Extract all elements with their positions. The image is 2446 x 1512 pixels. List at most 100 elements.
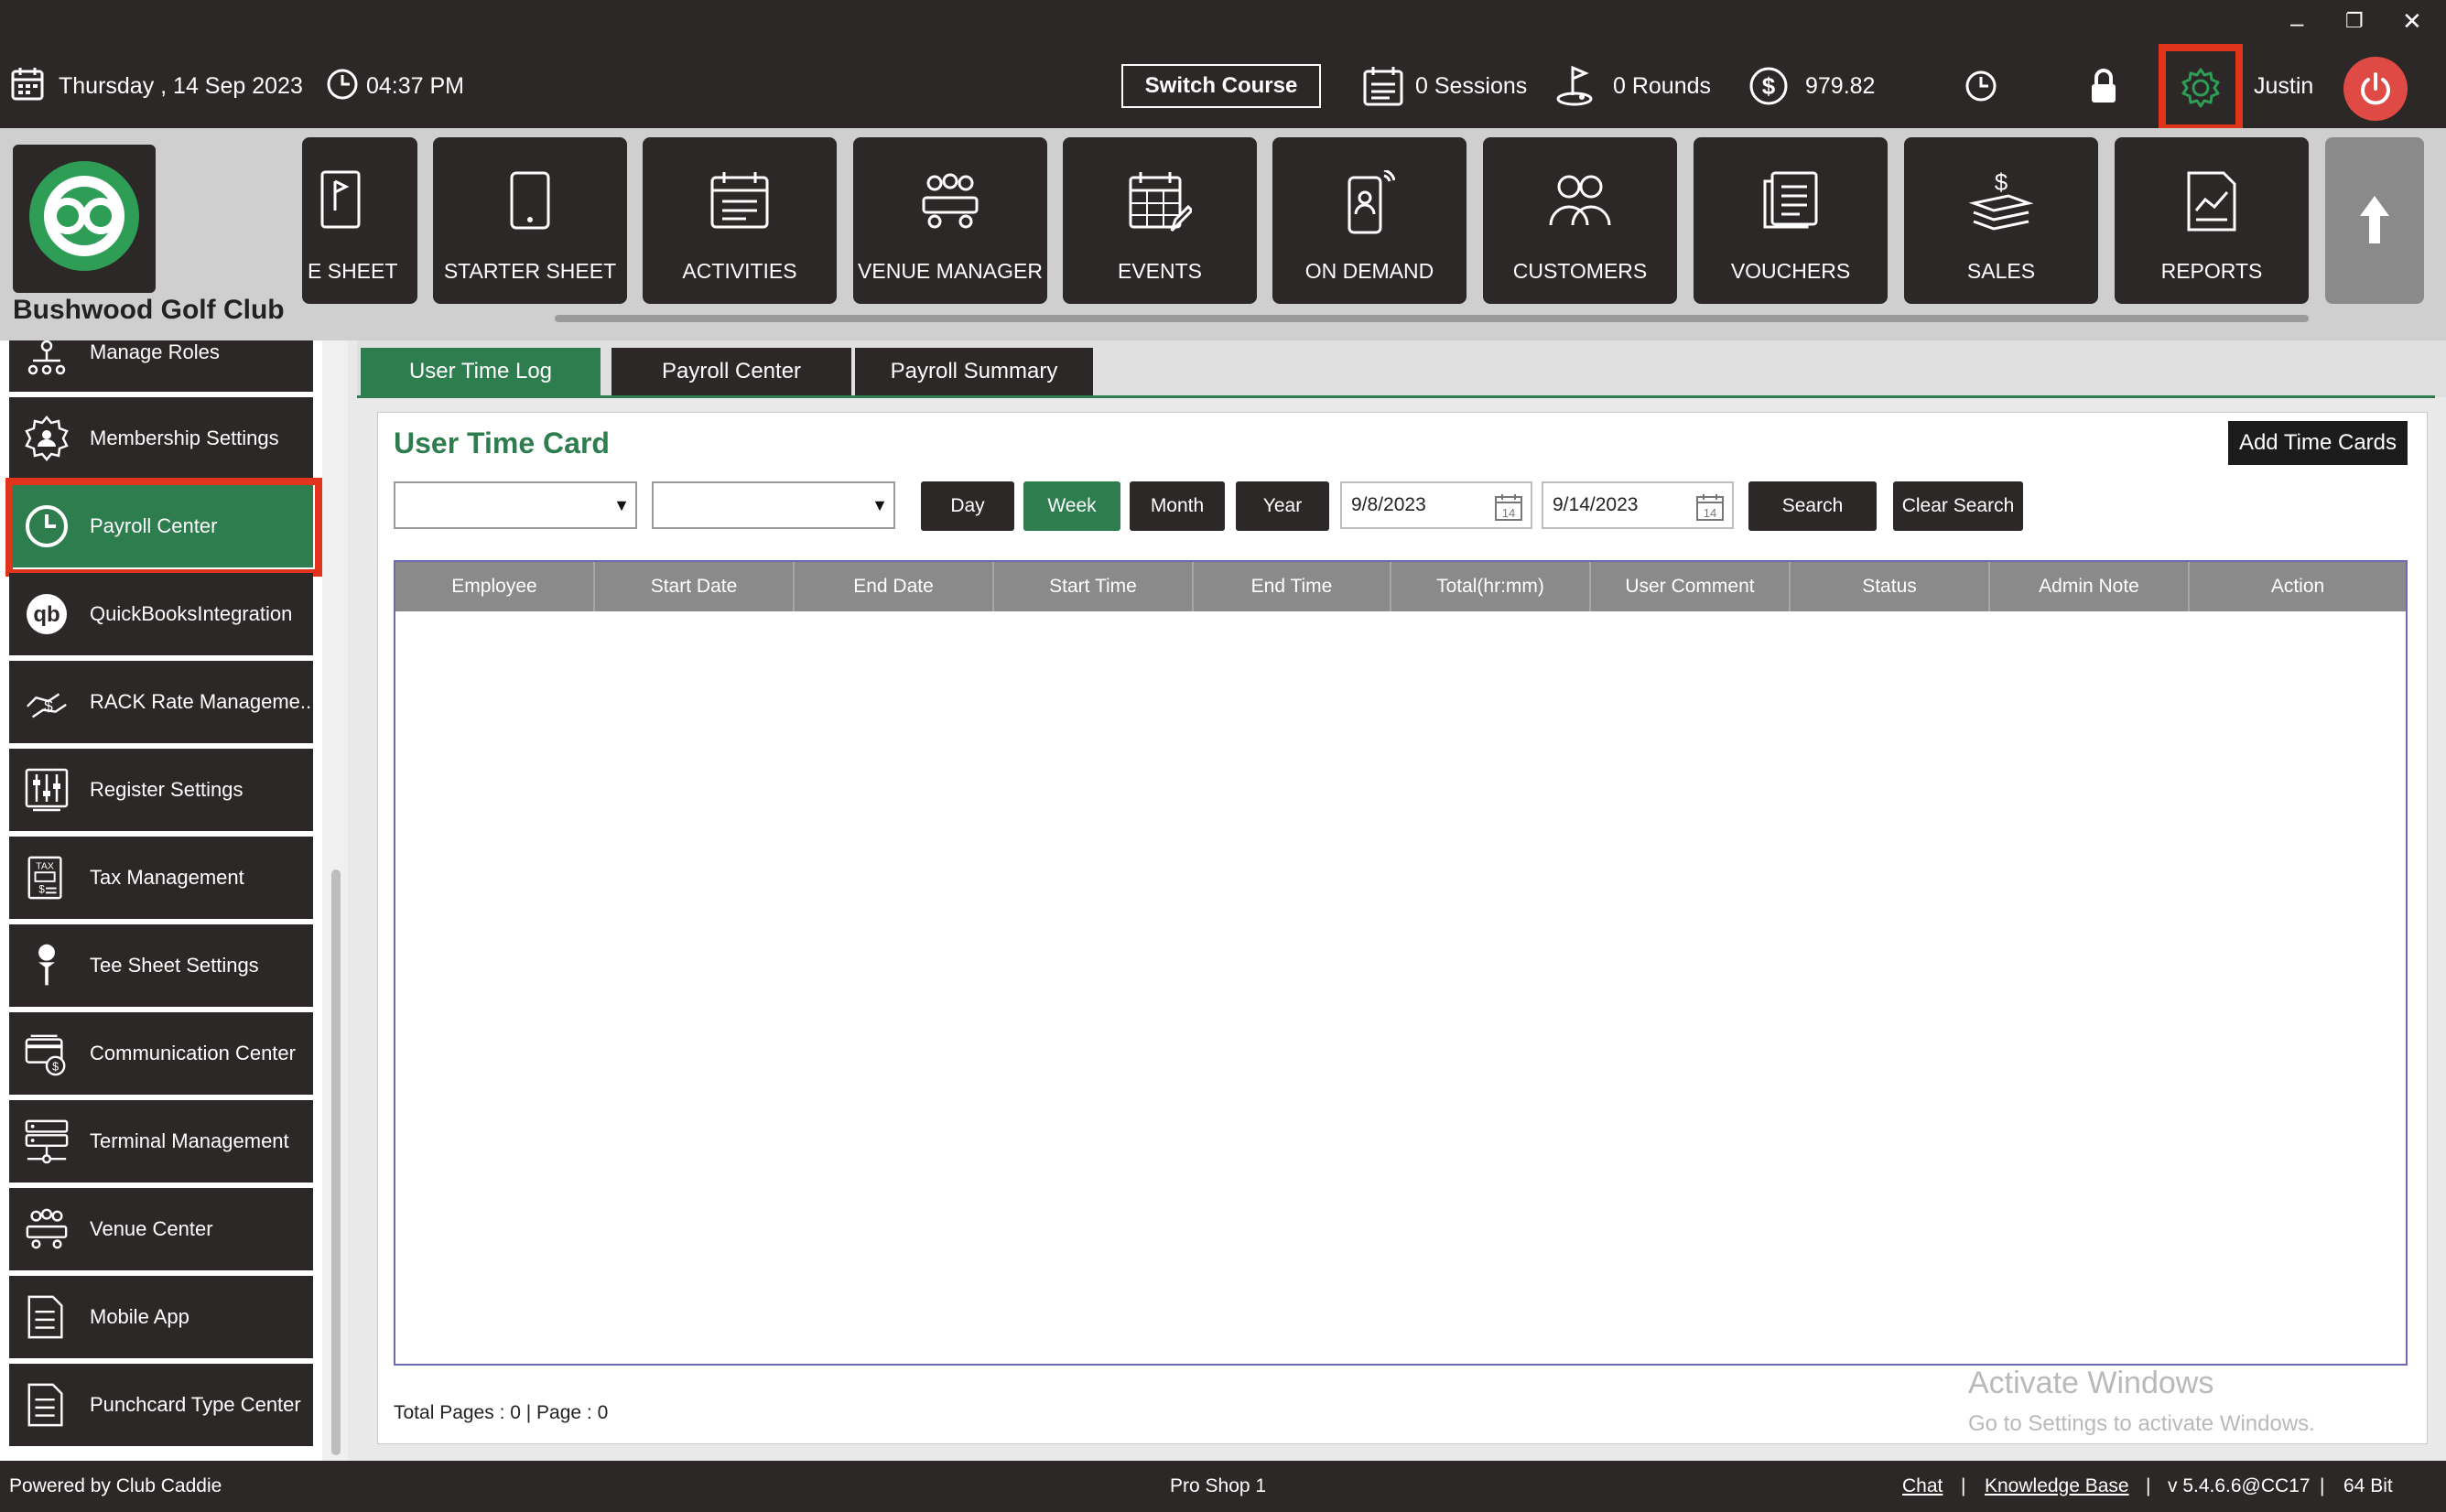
nav-customers[interactable]: CUSTOMERS: [1483, 137, 1677, 304]
cash-balance[interactable]: 979.82: [1805, 73, 1875, 100]
active-item-highlight: [5, 478, 322, 577]
settings-highlight[interactable]: [2159, 44, 2243, 132]
search-button[interactable]: Search: [1748, 481, 1877, 531]
column-header[interactable]: Employee: [395, 562, 595, 611]
column-header[interactable]: Status: [1791, 562, 1990, 611]
column-header[interactable]: Action: [2190, 562, 2406, 611]
powered-by: Powered by Club Caddie: [9, 1475, 222, 1496]
sidebar-item-label: Membership Settings: [90, 427, 279, 449]
sidebar-item-label: Manage Roles: [90, 340, 220, 363]
sidebar-item-register-settings[interactable]: Register Settings: [9, 749, 313, 831]
phone-user-icon: [1347, 170, 1395, 234]
user-name[interactable]: Justin: [2254, 73, 2313, 100]
panel-title: User Time Card: [394, 427, 610, 459]
tax-document-icon: TAX $: [27, 856, 62, 900]
sidebar-item-punchcard-type-center[interactable]: Punchcard Type Center: [9, 1364, 313, 1446]
nav-vouchers[interactable]: VOUCHERS: [1694, 137, 1888, 304]
chat-link[interactable]: Chat: [1902, 1475, 1943, 1497]
time-card-table: [394, 560, 2408, 1366]
clear-search-button[interactable]: Clear Search: [1893, 481, 2023, 531]
nav-activities[interactable]: ACTIVITIES: [643, 137, 837, 304]
nav-horizontal-scrollbar[interactable]: [555, 315, 2309, 322]
sidebar-item-communication-center[interactable]: $ Communication Center: [9, 1012, 313, 1095]
nav-tee-sheet[interactable]: E SHEET: [302, 137, 417, 304]
column-header[interactable]: Start Date: [595, 562, 795, 611]
version-label: v 5.4.6.6@CC17: [2168, 1475, 2311, 1496]
calendar-icon: [11, 68, 44, 101]
minimize-button[interactable]: –: [2290, 9, 2303, 38]
sidebar-item-tee-sheet-settings[interactable]: Tee Sheet Settings: [9, 924, 313, 1007]
sidebar-item-label: Punchcard Type Center: [90, 1393, 301, 1416]
voucher-icon: [1763, 171, 1818, 229]
day-button[interactable]: Day: [921, 481, 1014, 531]
nav-events[interactable]: EVENTS: [1063, 137, 1257, 304]
start-date-field[interactable]: 9/8/2023 14: [1340, 481, 1532, 529]
power-button[interactable]: [2343, 57, 2408, 121]
station-name: Pro Shop 1: [1170, 1475, 1267, 1496]
close-button[interactable]: ✕: [2402, 7, 2422, 36]
calendar-list-icon: [710, 172, 769, 229]
switch-course-button[interactable]: Switch Course: [1121, 64, 1321, 108]
column-header[interactable]: End Date: [795, 562, 994, 611]
sidebar-item-rack-rate[interactable]: $ RACK Rate Manageme...: [9, 661, 317, 743]
sidebar-item-mobile-app[interactable]: Mobile App: [9, 1276, 313, 1358]
current-date: Thursday , 14 Sep 2023: [59, 73, 303, 99]
pagination-info: Total Pages : 0 | Page : 0: [394, 1402, 609, 1423]
sessions-count[interactable]: 0 Sessions: [1415, 73, 1527, 100]
window-titlebar: – ❐ ✕: [0, 0, 2446, 62]
column-header[interactable]: Start Time: [994, 562, 1194, 611]
report-icon: [2187, 171, 2236, 232]
tab-payroll-summary[interactable]: Payroll Summary: [855, 348, 1093, 395]
nav-scroll-up-button[interactable]: [2325, 137, 2424, 304]
knowledge-base-link[interactable]: Knowledge Base: [1985, 1475, 2129, 1497]
sidebar-item-label: Mobile App: [90, 1305, 189, 1328]
week-button[interactable]: Week: [1023, 481, 1120, 531]
logo-icon: [29, 161, 139, 271]
nav-on-demand[interactable]: ON DEMAND: [1272, 137, 1467, 304]
power-icon: [2361, 72, 2390, 105]
sidebar-item-label: RACK Rate Manageme...: [90, 690, 318, 713]
users-icon: [1549, 175, 1611, 226]
nav-sales[interactable]: $ SALES: [1904, 137, 2098, 304]
nav-label: SALES: [1966, 259, 2036, 283]
column-header[interactable]: Admin Note: [1990, 562, 2190, 611]
end-date-field[interactable]: 9/14/2023 14: [1542, 481, 1734, 529]
sidebar-scrollbar[interactable]: [331, 869, 341, 1455]
chevron-down-icon: ▼: [613, 496, 630, 514]
rounds-count[interactable]: 0 Rounds: [1613, 73, 1711, 100]
hand-money-icon: $: [26, 693, 67, 718]
nav-starter-sheet[interactable]: STARTER SHEET: [433, 137, 627, 304]
column-header[interactable]: End Time: [1194, 562, 1391, 611]
status-dropdown[interactable]: ▼: [652, 481, 895, 529]
sidebar-item-terminal-management[interactable]: Terminal Management: [9, 1100, 313, 1183]
sidebar-item-tax-management[interactable]: TAX $ Tax Management: [9, 837, 313, 919]
sidebar-item-label: Register Settings: [90, 778, 244, 801]
sidebar-item-label: Tax Management: [90, 866, 244, 889]
column-header[interactable]: Total(hr:mm): [1391, 562, 1591, 611]
calendar-picker-icon[interactable]: 14: [1695, 492, 1725, 522]
sidebar-item-manage-roles[interactable]: Manage Roles: [9, 340, 313, 392]
tab-user-time-log[interactable]: User Time Log: [361, 348, 601, 395]
activate-windows-hint: Go to Settings to activate Windows.: [1968, 1411, 2315, 1436]
gear-icon[interactable]: [2179, 64, 2223, 112]
sidebar-item-membership-settings[interactable]: Membership Settings: [9, 397, 313, 480]
tab-underline: [357, 395, 2435, 398]
svg-text:$: $: [1995, 170, 2008, 196]
org-chart-icon: [27, 340, 66, 375]
year-button[interactable]: Year: [1236, 481, 1329, 531]
nav-label: VOUCHERS: [1730, 259, 1851, 283]
nav-venue-manager[interactable]: VENUE MANAGER: [853, 137, 1047, 304]
calendar-picker-icon[interactable]: 14: [1494, 492, 1523, 522]
column-header[interactable]: User Comment: [1591, 562, 1791, 611]
restore-button[interactable]: ❐: [2345, 9, 2364, 33]
nav-reports[interactable]: REPORTS: [2115, 137, 2309, 304]
month-button[interactable]: Month: [1130, 481, 1225, 531]
time-clock-icon[interactable]: [1964, 70, 1997, 103]
add-time-cards-button[interactable]: Add Time Cards: [2228, 421, 2408, 465]
sidebar-item-label: Communication Center: [90, 1042, 296, 1064]
tab-payroll-center[interactable]: Payroll Center: [612, 348, 851, 395]
lock-icon[interactable]: [2089, 68, 2118, 104]
employee-dropdown[interactable]: ▼: [394, 481, 637, 529]
sidebar-item-quickbooks[interactable]: qb QuickBooksIntegration: [9, 573, 313, 655]
sidebar-item-venue-center[interactable]: Venue Center: [9, 1188, 313, 1270]
